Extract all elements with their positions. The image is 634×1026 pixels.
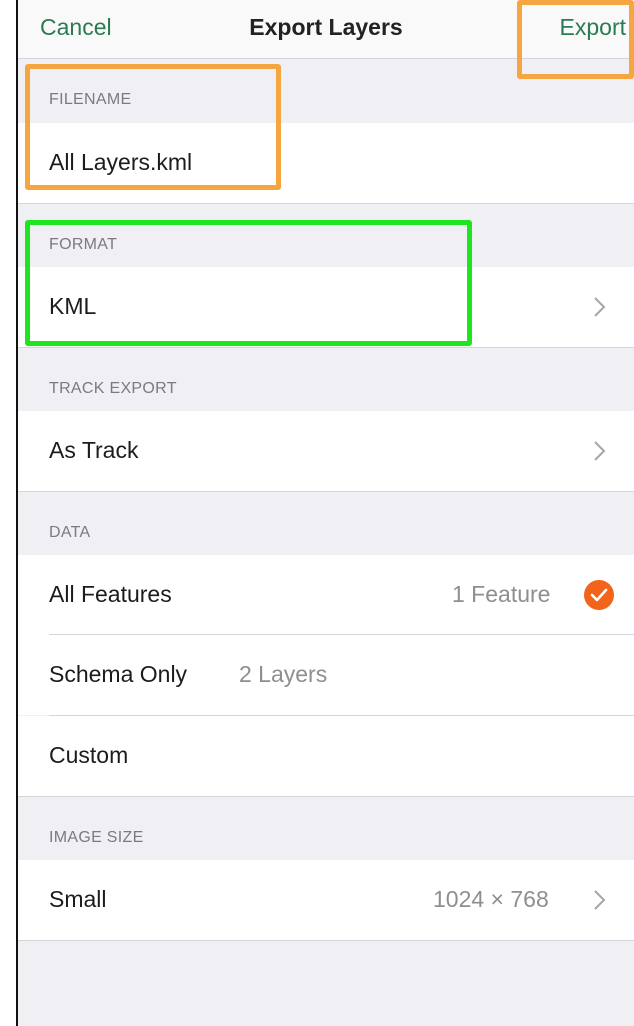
image-size-header-label: IMAGE SIZE	[49, 829, 144, 846]
option-detail: 2 Layers	[239, 661, 328, 687]
chevron-right-icon	[594, 890, 606, 910]
option-label: All Features	[49, 581, 172, 607]
data-option-custom[interactable]: Custom	[18, 716, 634, 796]
track-export-section-header: TRACK EXPORT	[18, 348, 634, 412]
chevron-right-icon	[594, 297, 606, 317]
image-size-section-header: IMAGE SIZE	[18, 797, 634, 861]
data-option-schema-only[interactable]: Schema Only 2 Layers	[18, 635, 634, 715]
filename-highlight-box	[25, 64, 281, 190]
format-highlight-box	[25, 220, 472, 346]
data-header-label: DATA	[49, 524, 91, 541]
data-section-header: DATA	[18, 492, 634, 556]
image-size-row[interactable]: Small 1024 × 768	[18, 860, 634, 940]
export-highlight-box	[517, 0, 634, 79]
track-export-value: As Track	[49, 437, 139, 463]
option-label: Schema Only	[49, 661, 188, 687]
option-detail: 1 Feature	[452, 581, 551, 607]
data-option-all-features[interactable]: All Features 1 Feature	[18, 555, 634, 635]
checkmark-icon	[584, 580, 614, 610]
image-size-value: 1024 × 768	[433, 886, 549, 912]
divider	[18, 940, 634, 941]
chevron-right-icon	[594, 441, 606, 461]
image-size-label: Small	[49, 886, 107, 912]
track-export-row[interactable]: As Track	[18, 411, 634, 491]
option-label: Custom	[49, 742, 129, 768]
track-export-header-label: TRACK EXPORT	[49, 380, 177, 397]
